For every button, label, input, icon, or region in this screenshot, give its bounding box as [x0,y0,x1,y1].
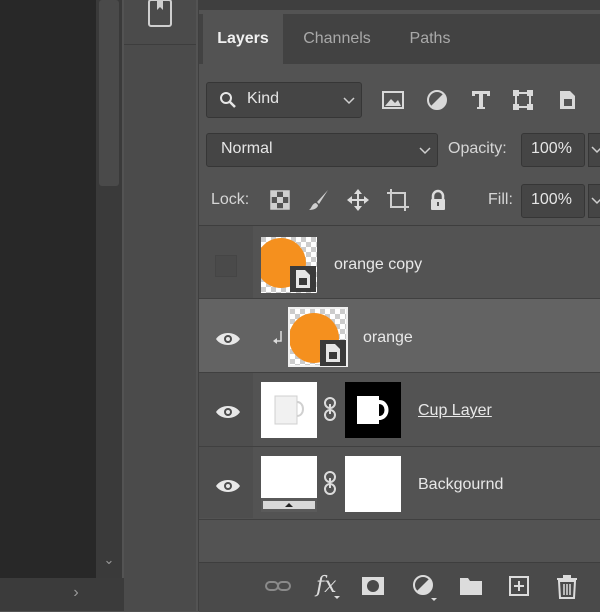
opacity-value: 100% [531,140,572,157]
image-filter-icon[interactable] [381,88,405,112]
new-layer-icon[interactable] [507,574,531,598]
lock-position-icon[interactable] [346,188,370,212]
fill-input[interactable]: 100% [521,184,585,218]
visibility-eye-icon[interactable] [215,331,241,347]
lock-transparent-pixels-icon[interactable] [268,188,292,212]
expand-arrow-icon[interactable]: › [68,584,84,604]
delete-layer-icon[interactable] [555,574,579,599]
filter-kind-select[interactable]: Kind [206,82,362,118]
lock-image-pixels-icon[interactable] [307,188,331,212]
lock-artboard-icon[interactable] [386,188,410,212]
mask-link-icon[interactable] [322,396,338,422]
dock-divider [124,44,196,45]
shape-filter-icon[interactable] [511,88,535,112]
mask-link-icon[interactable] [322,470,338,496]
visibility-toggle-empty[interactable] [215,255,237,277]
panel-dock-column [124,0,196,611]
visibility-eye-icon[interactable] [215,478,241,494]
svg-text:fx: fx [314,573,337,598]
filter-kind-label: Kind [247,90,280,107]
fx-icon[interactable]: fx [314,570,340,599]
tab-paths[interactable]: Paths [392,14,468,64]
scroll-down-chevron-icon[interactable]: ⌄ [100,551,118,569]
opacity-dropdown-chevron-icon[interactable] [588,133,600,167]
add-mask-icon[interactable] [361,574,385,598]
lock-label: Lock: [211,191,250,208]
layer-thumbnail-cup[interactable] [261,382,317,438]
new-group-icon[interactable] [458,574,482,598]
type-filter-icon[interactable] [469,88,493,112]
fill-value: 100% [531,191,572,208]
layer-mask-thumbnail-cup[interactable] [345,382,401,438]
search-icon [220,92,236,108]
panel-header-strip [198,0,600,10]
smart-object-badge-icon [320,340,346,366]
visibility-eye-icon[interactable] [215,404,241,420]
layer-name-cup-layer[interactable]: Cup Layer [418,402,492,420]
layer-thumbnail-background[interactable] [261,456,317,512]
layer-name-orange[interactable]: orange [363,329,413,347]
lock-all-icon[interactable] [426,188,450,212]
smart-object-badge-icon [290,266,316,292]
libraries-panel-icon[interactable] [146,0,174,28]
layer-name-orange-copy[interactable]: orange copy [334,256,422,274]
smart-object-filter-icon[interactable] [556,88,580,112]
tab-layers[interactable]: Layers [203,14,283,64]
fill-dropdown-chevron-icon[interactable] [588,184,600,218]
clipping-mask-arrow-icon [272,330,284,346]
canvas-area [0,0,96,578]
blend-mode-value: Normal [221,140,273,157]
layer-mask-thumbnail-background[interactable] [345,456,401,512]
layer-name-background[interactable]: Backgournd [418,476,503,494]
fill-label: Fill: [488,191,513,208]
tab-channels[interactable]: Channels [287,14,387,64]
adjustment-layer-icon[interactable] [412,574,437,601]
link-layers-icon[interactable] [264,574,291,598]
blend-mode-select[interactable]: Normal [206,133,438,167]
opacity-input[interactable]: 100% [521,133,585,167]
canvas-bottom-bar [0,578,124,611]
scrollbar-thumb[interactable] [99,0,119,186]
chevron-down-icon [419,147,431,155]
layers-bottom-toolbar [199,562,600,612]
adjustment-filter-icon[interactable] [425,88,449,112]
chevron-down-icon [343,97,355,105]
opacity-label: Opacity: [448,140,507,157]
